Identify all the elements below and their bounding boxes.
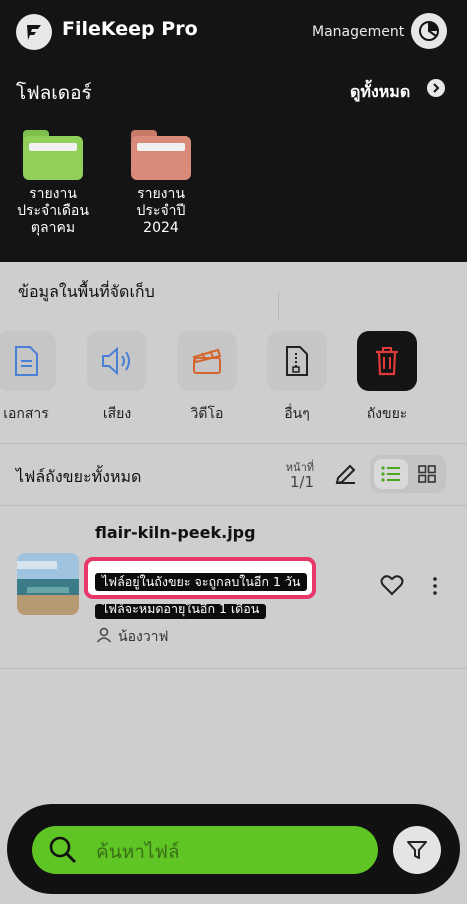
- edit-pencil-icon[interactable]: [332, 460, 360, 488]
- folder-label-line2: ประจำปี: [136, 203, 186, 219]
- app-logo-icon: [16, 14, 52, 50]
- category-label: อื่นๆ: [284, 406, 310, 422]
- trash-icon: [357, 331, 417, 391]
- zip-file-icon: [267, 331, 327, 391]
- trash-list-title: ไฟล์ถังขยะทั้งหมด: [16, 467, 142, 486]
- divider: [0, 443, 467, 444]
- storage-title: ข้อมูลในพื้นที่จัดเก็บ: [18, 282, 155, 301]
- app-title: FileKeep Pro: [62, 18, 198, 40]
- heart-icon[interactable]: [380, 574, 404, 596]
- folder-label-line1: รายงาน: [137, 186, 185, 202]
- file-owner: น้องวาฟ: [118, 629, 169, 645]
- grid-view-icon[interactable]: [410, 459, 444, 489]
- more-options-icon[interactable]: [425, 573, 445, 599]
- document-icon: [0, 331, 56, 391]
- see-all-link[interactable]: ดูทั้งหมด: [350, 80, 410, 105]
- folder-annual-report[interactable]: รายงาน ประจำปี 2024: [116, 130, 206, 237]
- folder-label-line3: 2024: [143, 220, 179, 236]
- category-others[interactable]: อื่นๆ: [265, 331, 329, 425]
- speaker-icon: [87, 331, 147, 391]
- category-trash[interactable]: ถังขยะ: [355, 331, 419, 425]
- search-input[interactable]: [94, 838, 348, 866]
- user-icon: [96, 627, 112, 643]
- category-video[interactable]: วิดีโอ: [175, 331, 239, 425]
- category-label: เสียง: [102, 406, 132, 422]
- folder-label-line3: ตุลาคม: [30, 220, 76, 236]
- search-icon[interactable]: [48, 835, 78, 865]
- trash-status-badge: ไฟล์อยู่ในถังขยะ จะถูกลบในอีก 1 วัน: [95, 573, 308, 591]
- filter-icon[interactable]: [393, 826, 441, 874]
- expiry-badge: ไฟล์จะหมดอายุในอีก 1 เดือน: [95, 604, 267, 619]
- divider: [278, 292, 279, 320]
- management-label[interactable]: Management: [312, 24, 404, 40]
- category-label: วิดีโอ: [190, 406, 224, 422]
- list-view-icon[interactable]: [374, 459, 408, 489]
- chevron-right-icon[interactable]: [427, 79, 445, 97]
- folder-green-icon: [23, 130, 83, 180]
- management-chart-icon[interactable]: [411, 13, 447, 49]
- page-value: 1/1: [289, 473, 314, 491]
- app-header: FileKeep Pro Management: [0, 0, 467, 64]
- folder-label-line2: ประจำเดือน: [17, 203, 89, 219]
- category-documents[interactable]: เอกสาร: [0, 331, 58, 425]
- category-audio[interactable]: เสียง: [85, 331, 149, 425]
- divider: [0, 505, 467, 506]
- folder-salmon-icon: [131, 130, 191, 180]
- folders-title: โฟลเดอร์: [16, 82, 92, 104]
- file-thumbnail[interactable]: [17, 553, 79, 615]
- clapperboard-icon: [177, 331, 237, 391]
- file-name[interactable]: flair-kiln-peek.jpg: [95, 523, 256, 542]
- divider: [0, 668, 467, 669]
- category-label: เอกสาร: [3, 406, 49, 422]
- category-label: ถังขยะ: [366, 406, 408, 422]
- folder-label-line1: รายงาน: [29, 186, 77, 202]
- folder-monthly-report[interactable]: รายงาน ประจำเดือน ตุลาคม: [8, 130, 98, 237]
